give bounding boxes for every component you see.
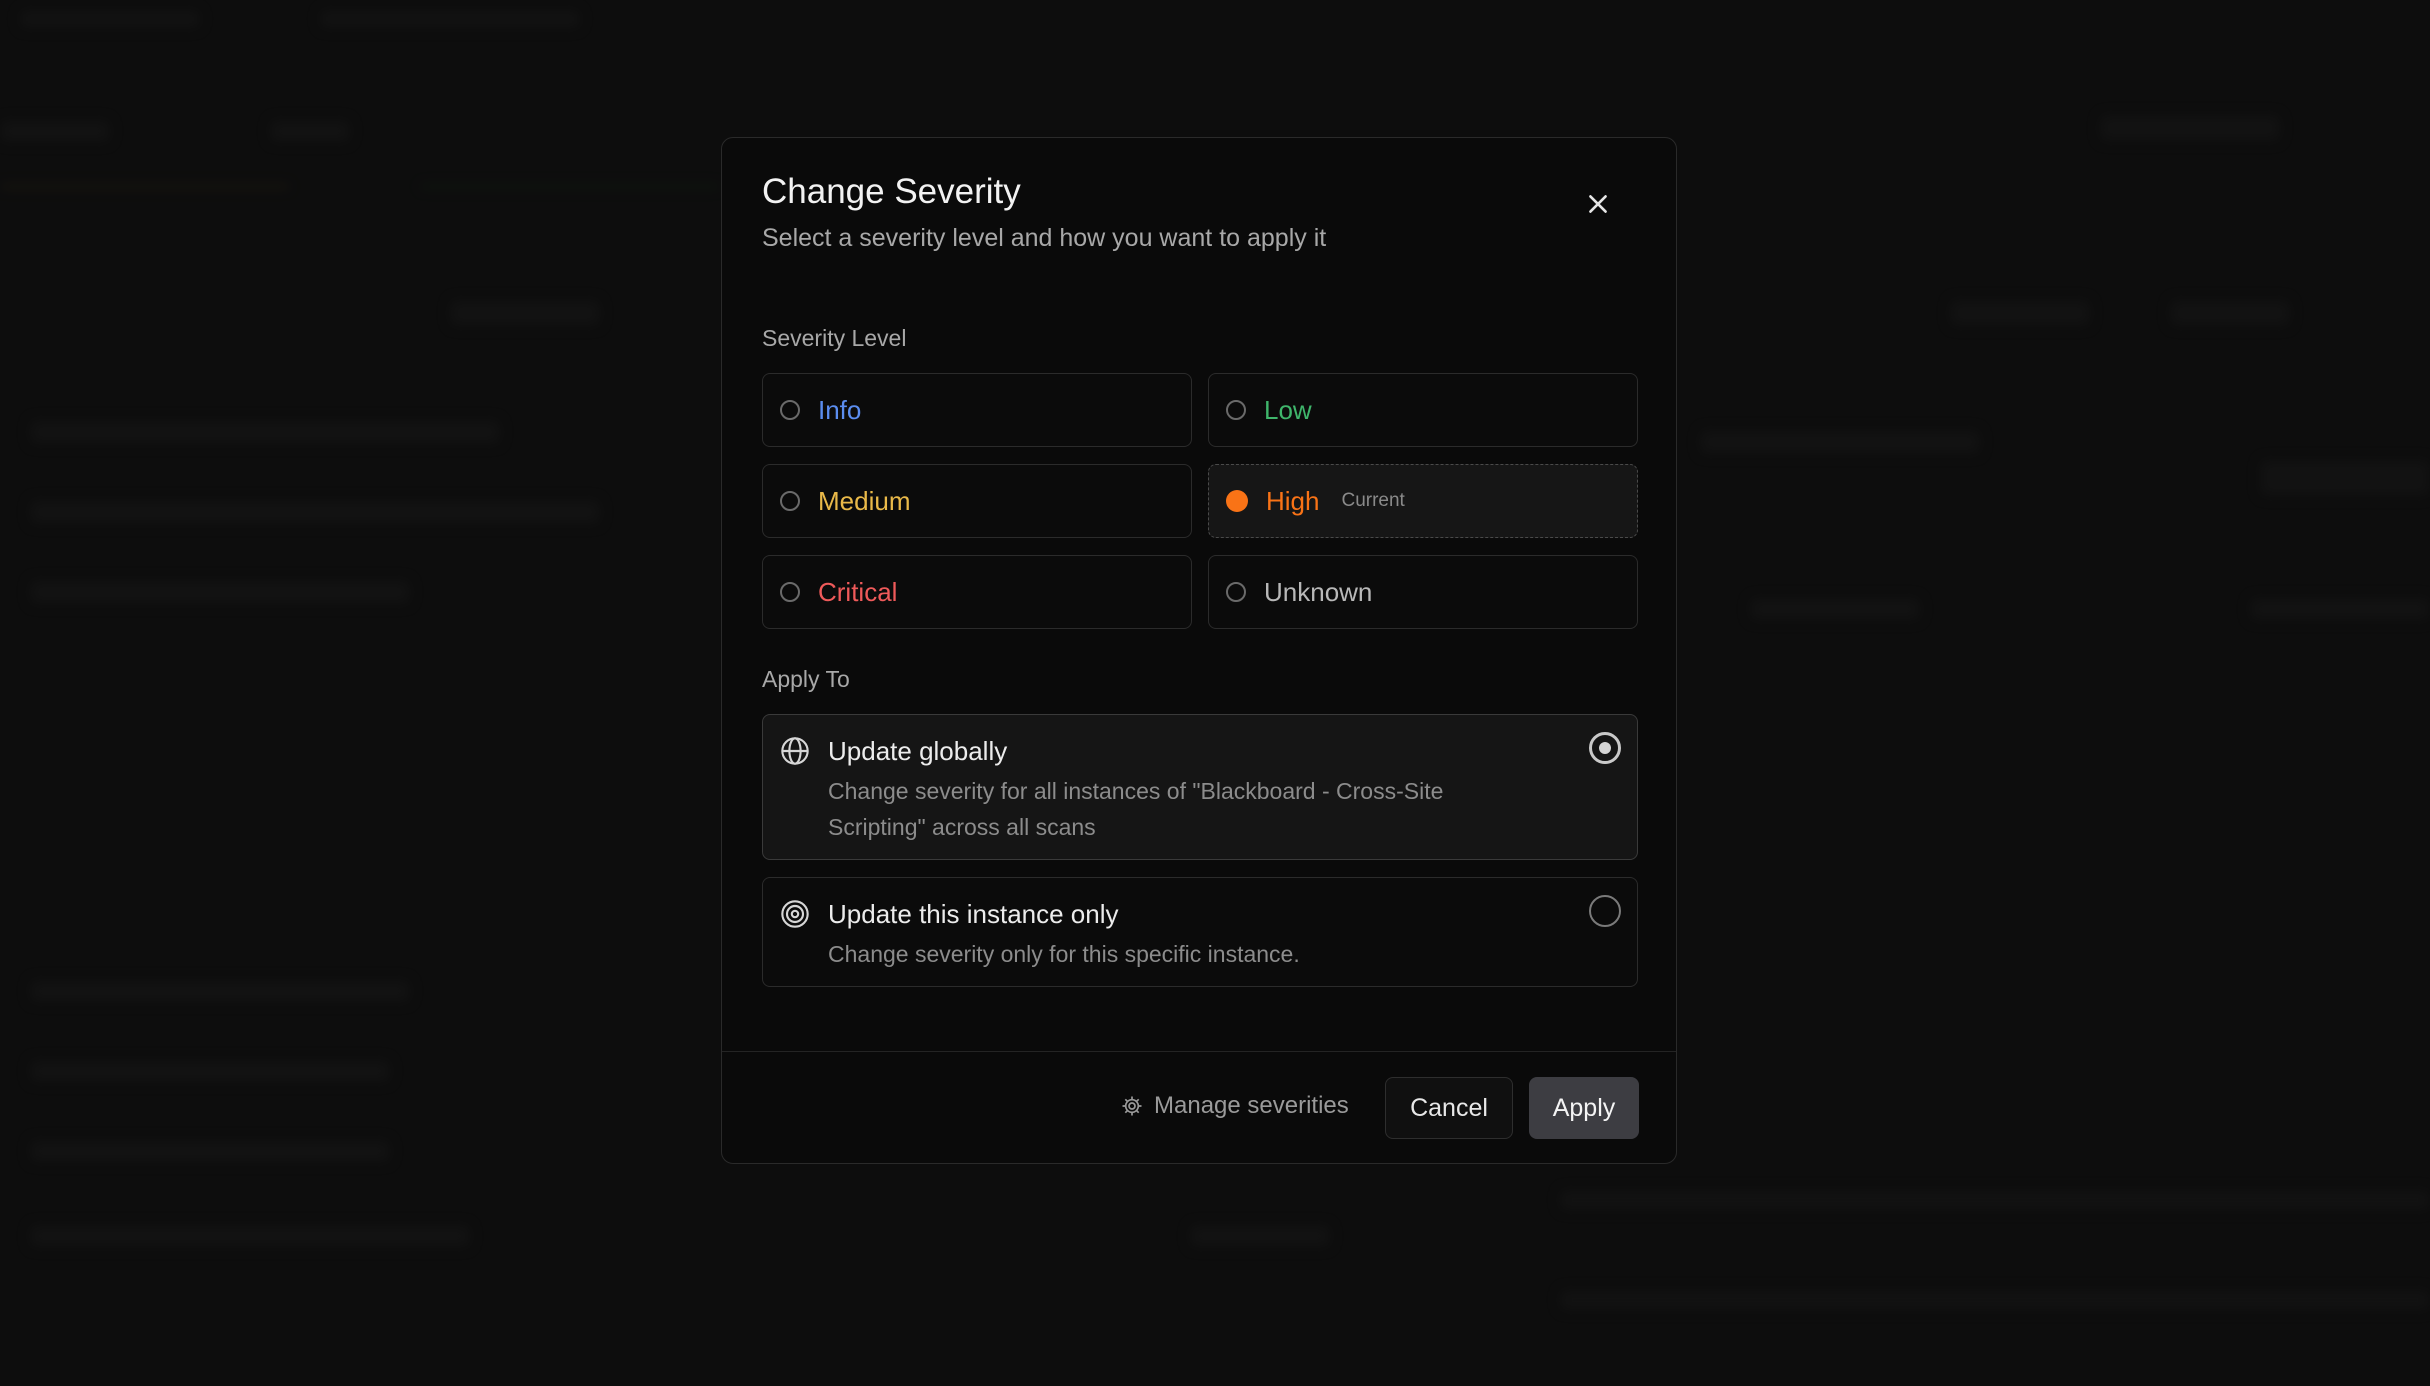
apply-option-title: Update this instance only	[828, 899, 1119, 929]
severity-level-label: Severity Level	[762, 325, 907, 351]
change-severity-dialog: Change Severity Select a severity level …	[721, 137, 1677, 1164]
manage-severities-label: Manage severities	[1154, 1092, 1349, 1119]
dialog-subtitle: Select a severity level and how you want…	[762, 224, 1327, 252]
apply-option-description: Change severity for all instances of "Bl…	[828, 778, 1444, 840]
severity-label: High	[1266, 485, 1320, 516]
radio-icon	[780, 400, 800, 420]
severity-option-low[interactable]: Low	[1208, 373, 1638, 447]
severity-option-high[interactable]: High Current	[1208, 464, 1638, 538]
severity-label: Unknown	[1264, 576, 1373, 607]
dialog-footer: Manage severities Cancel Apply	[722, 1051, 1676, 1164]
close-icon	[1589, 195, 1607, 213]
radio-icon	[1226, 582, 1246, 602]
apply-option-global[interactable]: Update globally Change severity for all …	[762, 714, 1638, 860]
radio-icon	[780, 491, 800, 511]
severity-option-medium[interactable]: Medium	[762, 464, 1192, 538]
apply-option-title: Update globally	[828, 736, 1008, 766]
radio-icon[interactable]	[1589, 895, 1621, 927]
apply-option-instance[interactable]: Update this instance only Change severit…	[762, 877, 1638, 987]
severity-label: Info	[818, 394, 862, 425]
radio-selected-icon[interactable]	[1589, 732, 1621, 764]
cancel-button[interactable]: Cancel	[1385, 1077, 1513, 1139]
severity-label: Medium	[818, 485, 911, 516]
apply-option-description: Change severity only for this specific i…	[828, 941, 1300, 967]
close-button[interactable]	[1580, 186, 1616, 222]
apply-to-label: Apply To	[762, 666, 850, 692]
radio-selected-icon	[1226, 490, 1248, 512]
severity-label: Low	[1264, 394, 1312, 425]
current-badge: Current	[1341, 490, 1405, 511]
severity-option-critical[interactable]: Critical	[762, 555, 1192, 629]
severity-label: Critical	[818, 576, 898, 607]
gear-icon	[1122, 1096, 1142, 1116]
radio-icon	[780, 582, 800, 602]
radio-icon	[1226, 400, 1246, 420]
dialog-title: Change Severity	[762, 172, 1021, 211]
globe-icon	[781, 737, 809, 765]
target-icon	[781, 900, 809, 928]
severity-option-unknown[interactable]: Unknown	[1208, 555, 1638, 629]
severity-option-info[interactable]: Info	[762, 373, 1192, 447]
apply-button[interactable]: Apply	[1529, 1077, 1639, 1139]
manage-severities-button[interactable]: Manage severities	[1120, 1092, 1349, 1120]
